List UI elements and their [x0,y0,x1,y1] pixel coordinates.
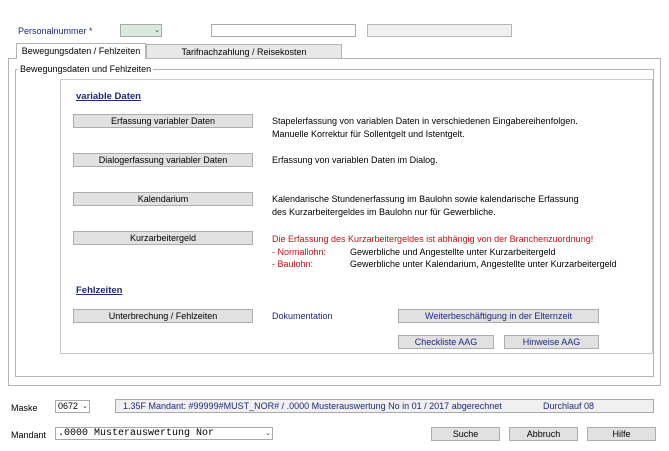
mandant-value: .0000 Musterauswertung Nor [58,428,215,439]
maske-label: Maske [11,403,38,413]
section-title-fehlzeiten: Fehlzeiten [76,285,123,296]
group-legend: Bewegungsdaten und Fehlzeiten [20,64,152,74]
personalnummer-label: Personalnummer * [18,26,93,36]
baulohn-label: - Baulohn: [272,259,314,269]
erfassung-description: Stapelerfassung von variablen Daten in v… [272,116,578,139]
checkliste-aag-button[interactable]: Checkliste AAG [398,335,494,349]
status-bar: 1.35F Mandant: #99999#MUST_NOR# / .0000 … [115,399,654,413]
mandant-label: Mandant [11,430,47,440]
kalendarium-button[interactable]: Kalendarium [73,192,253,206]
erfassung-variabler-daten-button[interactable]: Erfassung variabler Daten [73,114,253,128]
durchlauf-text: Durchlauf 08 [543,401,595,411]
mandant-select[interactable]: .0000 Musterauswertung Nor ⌄ [55,427,273,440]
kurzarbeit-warning: Die Erfassung des Kurzarbeitergeldes ist… [272,234,594,244]
personalnummer-input[interactable] [211,24,356,37]
weiterbeschaeftigung-button[interactable]: Weiterbeschäftigung in der Elternzeit [398,309,599,323]
hilfe-button[interactable]: Hilfe [587,427,656,441]
tab-bewegungsdaten[interactable]: Bewegungsdaten / Fehlzeiten [16,43,146,59]
status-text: 1.35F Mandant: #99999#MUST_NOR# / .0000 … [123,401,502,411]
dialogerfassung-button[interactable]: Dialogerfassung variabler Daten [73,153,253,167]
suche-button[interactable]: Suche [431,427,500,441]
dokumentation-link[interactable]: Dokumentation [272,310,333,323]
baulohn-text: Gewerbliche unter Kalendarium, Angestell… [350,259,617,269]
abbruch-button[interactable]: Abbruch [509,427,578,441]
kurzarbeitergeld-button[interactable]: Kurzarbeitergeld [73,231,253,245]
hinweise-aag-button[interactable]: Hinweise AAG [504,335,599,349]
maske-select[interactable]: 0672 ⌄ [55,400,90,413]
chevron-down-icon: ⌄ [265,430,271,437]
name-display-field [367,24,512,37]
normallohn-text: Gewerbliche und Angestellte unter Kurzar… [350,246,556,257]
chevron-down-icon: ⌄ [82,403,88,410]
maske-value: 0672 [58,401,79,411]
chevron-down-icon: ⌄ [154,27,160,34]
section-title-variable-daten: variable Daten [76,91,141,102]
unterbrechung-fehlzeiten-button[interactable]: Unterbrechung / Fehlzeiten [73,309,253,323]
tab-tarifnachzahlung[interactable]: Tarifnachzahlung / Reisekosten [146,44,342,59]
kalendarium-description: Kalendarische Stundenerfassung im Bauloh… [272,194,579,217]
normallohn-label: - Normallohn: [272,246,327,257]
dialog-description: Erfassung von variablen Daten im Dialog. [272,155,438,165]
kurzarbeit-description: Die Erfassung des Kurzarbeitergeldes ist… [272,233,617,271]
personalnummer-select[interactable]: ⌄ [120,24,162,37]
